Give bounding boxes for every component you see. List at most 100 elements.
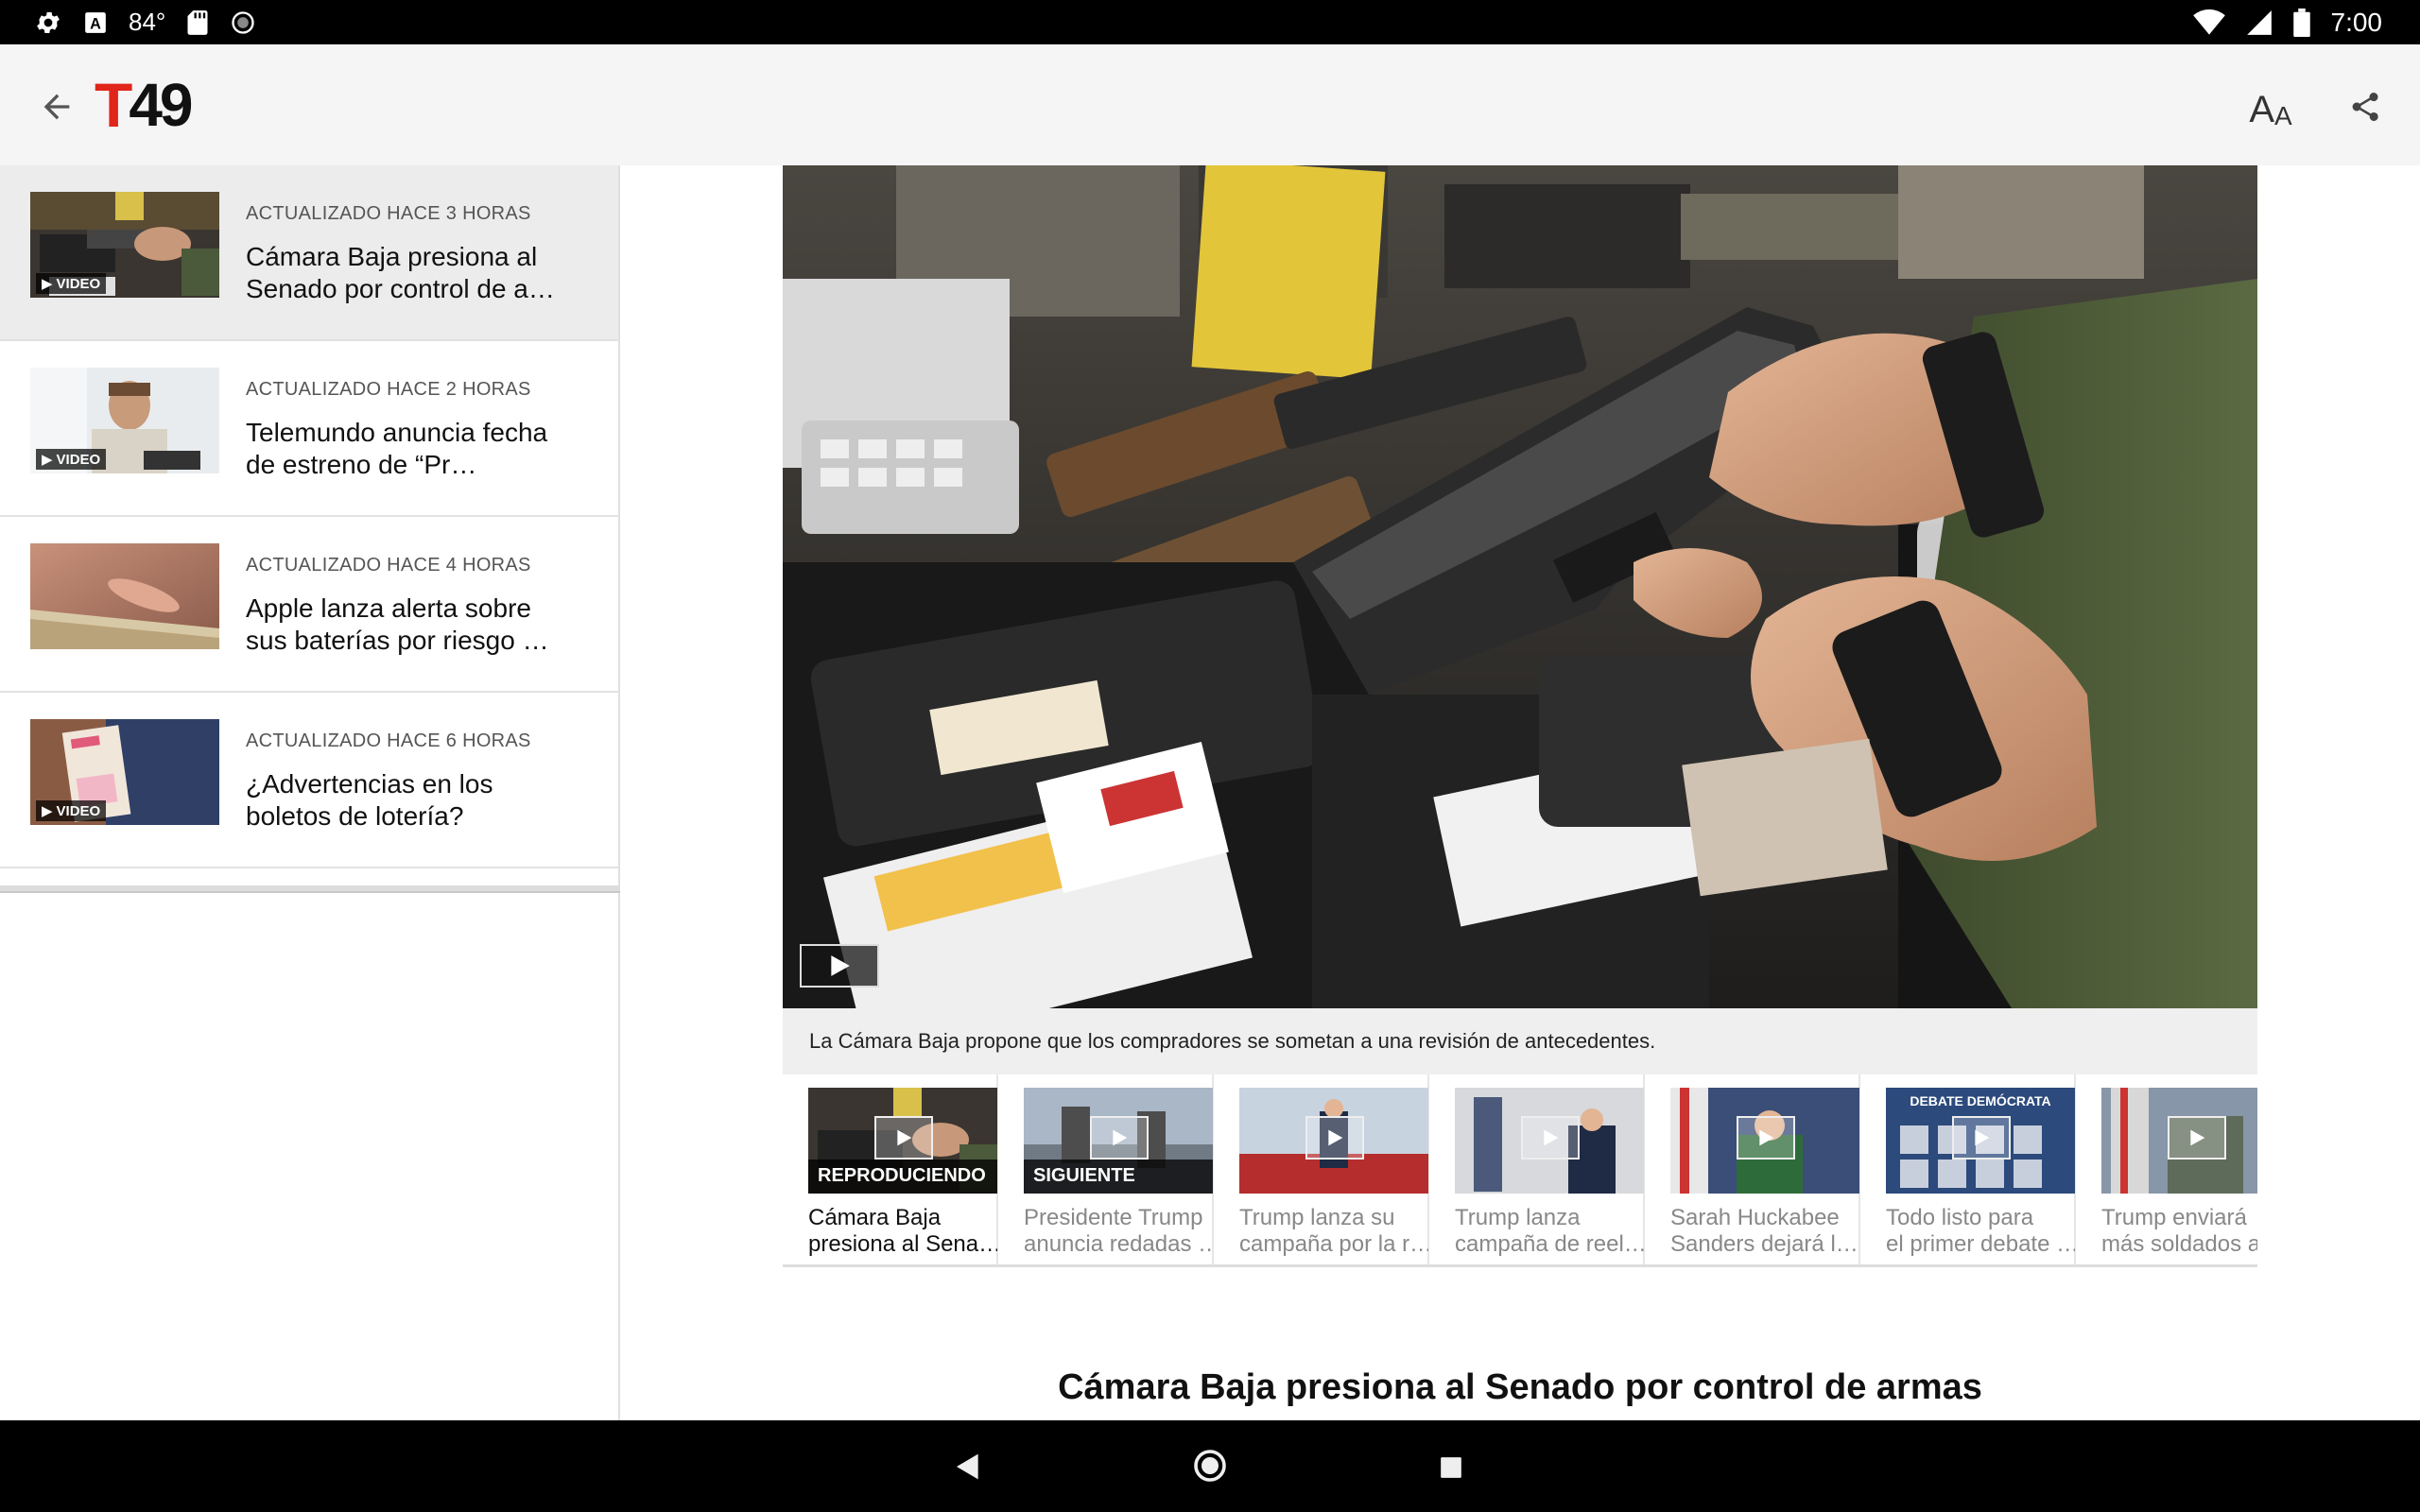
playlist-title: Trump enviará más soldados a: [2101, 1205, 2257, 1258]
debate-banner: DEBATE DEMÓCRATA: [1910, 1093, 2051, 1108]
arrow-left-icon: [43, 94, 70, 120]
hero-video[interactable]: [783, 165, 2257, 1008]
sd-card-icon: [186, 9, 209, 36]
status-bar: A 84° 7:00: [0, 0, 2420, 44]
hero-play-button[interactable]: [800, 944, 879, 988]
playlist-title-line: campaña de reel…: [1455, 1231, 1644, 1257]
story-timestamp: ACTUALIZADO HACE 2 HORAS: [246, 379, 531, 400]
story-thumbnail: ▶ VIDEO: [30, 719, 219, 825]
video-badge: ▶ VIDEO: [36, 800, 107, 821]
clock: 7:00: [2330, 7, 2383, 37]
font-size-icon-small: A: [2274, 101, 2292, 130]
playlist-title-line: Sarah Huckabee: [1670, 1205, 1840, 1230]
playlist-title-line: Cámara Baja: [808, 1205, 942, 1230]
play-icon: [831, 955, 850, 976]
playlist-item[interactable]: Trump enviará más soldados a: [2076, 1074, 2257, 1264]
playlist-title-line: el primer debate …: [1886, 1231, 2075, 1257]
accessibility-icon: A: [83, 10, 108, 35]
font-size-button[interactable]: A A: [2244, 82, 2297, 131]
playlist-title-line: Sanders dejará l…: [1670, 1231, 1858, 1257]
story-item[interactable]: ▶ VIDEO ACTUALIZADO HACE 2 HORAS Telemund…: [0, 341, 618, 517]
playlist-item[interactable]: DEBATE DEMÓCRATA Todo listo para el prim…: [1860, 1074, 2076, 1264]
wifi-icon: [2192, 9, 2225, 36]
logo-letter: T: [95, 70, 132, 140]
playlist-title-line: Presidente Trump: [1024, 1205, 1203, 1230]
playlist-item[interactable]: Sarah Huckabee Sanders dejará l…: [1645, 1074, 1860, 1264]
playlist-item[interactable]: SIGUIENTE Presidente Trump anuncia redad…: [998, 1074, 1214, 1264]
signal-icon: [2246, 9, 2273, 36]
playlist-thumbnail: SIGUIENTE: [1024, 1088, 1213, 1194]
article-headline: Cámara Baja presiona al Senado por contr…: [1058, 1367, 1982, 1407]
app-bar: T 49 A A: [0, 44, 2420, 165]
story-timestamp: ACTUALIZADO HACE 4 HORAS: [246, 555, 531, 576]
play-small-icon: ▶: [42, 276, 53, 292]
playlist-title: Trump lanza su campaña por la r…: [1239, 1205, 1428, 1258]
story-thumbnail: ▶ VIDEO: [30, 368, 219, 473]
video-badge: ▶ VIDEO: [36, 449, 107, 470]
recents-square-icon: [1441, 1457, 1461, 1478]
back-button[interactable]: [32, 82, 81, 131]
playlist-item[interactable]: Trump lanza campaña de reel…: [1429, 1074, 1645, 1264]
playlist-title: Sarah Huckabee Sanders dejará l…: [1670, 1205, 1859, 1258]
story-list: ▶ VIDEO ACTUALIZADO HACE 3 HORAS Cámara B…: [0, 165, 620, 1420]
temperature: 84°: [129, 8, 166, 36]
play-overlay-icon: [2168, 1116, 2226, 1160]
story-item[interactable]: ACTUALIZADO HACE 4 HORAS Apple lanza ale…: [0, 517, 618, 693]
story-item[interactable]: ▶ VIDEO ACTUALIZADO HACE 3 HORAS Cámara B…: [0, 165, 618, 341]
playlist-title-line: Trump lanza: [1455, 1205, 1581, 1230]
playlist-thumbnail: [1455, 1088, 1644, 1194]
story-thumbnail: [30, 543, 219, 649]
play-overlay-icon: [1305, 1116, 1364, 1160]
playlist-title-line: Trump lanza su: [1239, 1205, 1395, 1230]
playlist-item[interactable]: Trump lanza su campaña por la r…: [1214, 1074, 1429, 1264]
play-small-icon: ▶: [42, 803, 53, 819]
playlist-title-line: Trump enviará: [2101, 1205, 2247, 1230]
nav-back-button[interactable]: [953, 1451, 983, 1487]
back-triangle-icon: [957, 1453, 978, 1480]
article-panel: La Cámara Baja propone que los comprador…: [622, 165, 2420, 1420]
video-badge-label: VIDEO: [56, 275, 101, 292]
playlist-thumbnail: [1670, 1088, 1859, 1194]
story-title: Cámara Baja presiona al Senado por contr…: [246, 242, 555, 303]
share-button[interactable]: [2341, 82, 2390, 131]
playlist-title-line: presiona al Sena…: [808, 1231, 997, 1257]
playlist-item[interactable]: REPRODUCIENDO Cámara Baja presiona al Se…: [783, 1074, 998, 1264]
play-overlay-icon: [1952, 1116, 2011, 1160]
story-title: ¿Advertencias en los boletos de lotería?: [246, 769, 493, 831]
video-badge-label: VIDEO: [56, 451, 101, 468]
list-divider: [0, 885, 620, 893]
font-size-icon-large: A: [2249, 89, 2274, 130]
playlist-title-line: más soldados a: [2101, 1231, 2257, 1257]
playlist-title-line: campaña por la r…: [1239, 1231, 1428, 1257]
nav-recents-button[interactable]: [1439, 1455, 1463, 1485]
circle-icon: [230, 9, 256, 36]
nav-home-button[interactable]: [1193, 1449, 1227, 1487]
playlist-thumbnail: [1239, 1088, 1428, 1194]
story-thumbnail: ▶ VIDEO: [30, 192, 219, 298]
playlist-title: Presidente Trump anuncia redadas …: [1024, 1205, 1213, 1258]
story-title: Telemundo anuncia fecha de estreno de “P…: [246, 418, 548, 479]
play-overlay-icon: [1737, 1116, 1795, 1160]
navigation-bar: [0, 1420, 2420, 1512]
play-overlay-icon: [1521, 1116, 1580, 1160]
story-title: Apple lanza alerta sobre sus baterías po…: [246, 593, 549, 655]
play-overlay-icon: [1090, 1116, 1149, 1160]
playlist-thumbnail: [2101, 1088, 2257, 1194]
home-circle-icon: [1194, 1450, 1226, 1482]
settings-icon: [34, 9, 62, 37]
video-badge-label: VIDEO: [56, 802, 101, 819]
telemundo-logo[interactable]: T 49: [95, 70, 194, 140]
playlist-status: SIGUIENTE: [1024, 1160, 1213, 1194]
story-item[interactable]: ▶ VIDEO ACTUALIZADO HACE 6 HORAS ¿Adverte…: [0, 693, 618, 868]
play-overlay-icon: [874, 1116, 933, 1160]
share-icon: [2352, 93, 2378, 121]
playlist-status: REPRODUCIENDO: [808, 1160, 997, 1194]
battery-icon: [2292, 8, 2310, 37]
video-playlist[interactable]: REPRODUCIENDO Cámara Baja presiona al Se…: [783, 1074, 2257, 1267]
playlist-thumbnail: DEBATE DEMÓCRATA: [1886, 1088, 2075, 1194]
playlist-title: Trump lanza campaña de reel…: [1455, 1205, 1644, 1258]
hero-caption: La Cámara Baja propone que los comprador…: [783, 1008, 2257, 1074]
video-badge: ▶ VIDEO: [36, 273, 107, 294]
play-small-icon: ▶: [42, 452, 53, 468]
svg-text:A: A: [90, 15, 101, 32]
